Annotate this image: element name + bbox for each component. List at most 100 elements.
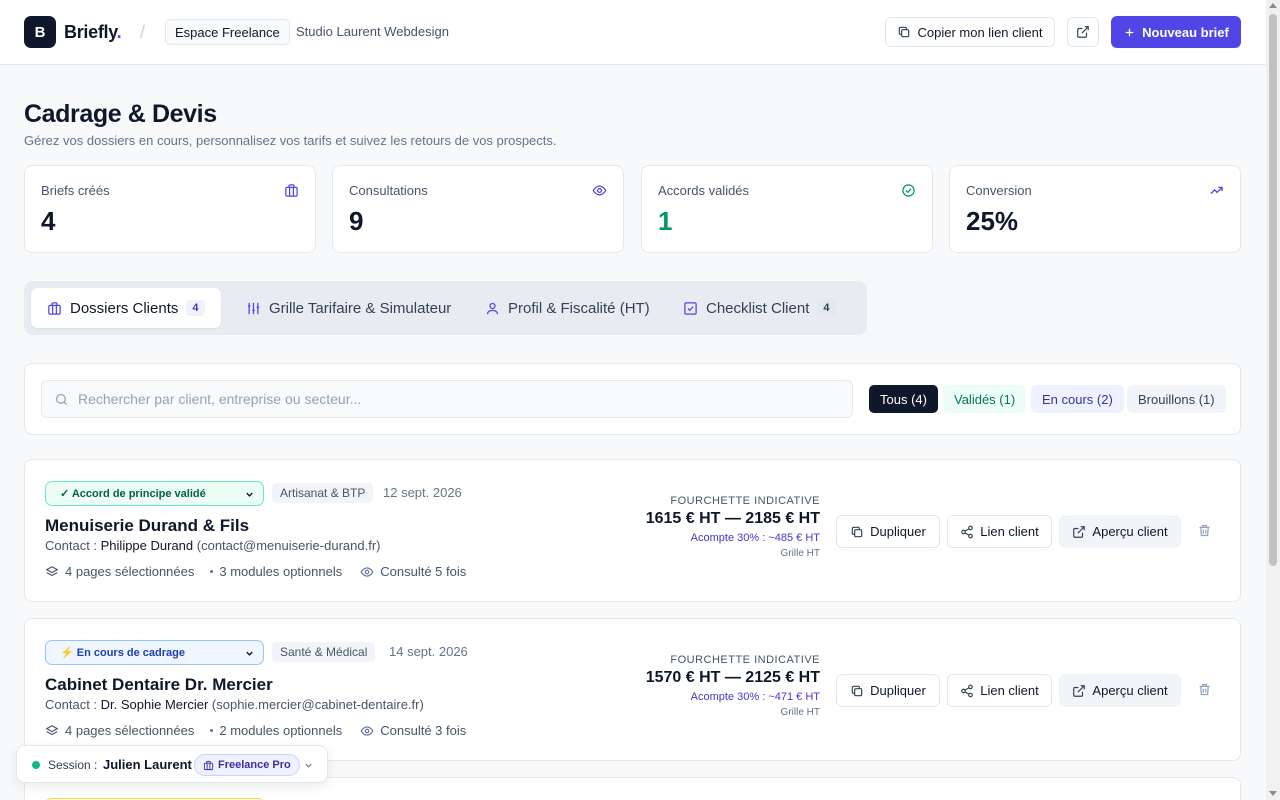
tab-client-checklist[interactable]: Checklist Client 4 <box>667 288 852 328</box>
stat-value: 4 <box>41 206 56 236</box>
stat-validated: Accords validés 1 <box>641 165 933 253</box>
scroll-up-arrow[interactable] <box>1269 3 1277 8</box>
chevron-down-icon <box>244 648 255 659</box>
contact-name: Dr. Sophie Mercier <box>100 697 209 712</box>
price-grid-note: Grille HT <box>780 707 820 718</box>
session-label: Session : <box>48 758 98 772</box>
stat-value: 9 <box>349 206 364 236</box>
tab-label: Dossiers Clients <box>70 299 179 317</box>
client-preview-button[interactable]: Aperçu client <box>1059 674 1181 707</box>
search-input[interactable] <box>78 381 838 417</box>
share-icon <box>960 525 974 539</box>
layers-icon <box>45 724 59 738</box>
stat-consultations: Consultations 9 <box>332 165 624 253</box>
tab-label: Profil & Fiscalité (HT) <box>508 299 650 317</box>
stat-conversion: Conversion 25% <box>949 165 1241 253</box>
modules-count: 2 modules optionnels <box>219 723 343 738</box>
filter-in-progress[interactable]: En cours (2) <box>1031 385 1124 413</box>
meta-separator <box>210 570 214 573</box>
meta-separator <box>210 729 214 732</box>
new-brief-button[interactable]: Nouveau brief <box>1111 16 1241 48</box>
duplicate-button[interactable]: Dupliquer <box>836 674 940 707</box>
sliders-icon <box>246 301 261 316</box>
briefcase-icon <box>47 301 62 316</box>
stat-label: Consultations <box>349 183 428 198</box>
client-card: ✓ Accord de principe validé Artisanat & … <box>24 459 1241 602</box>
client-date: 12 sept. 2026 <box>383 485 462 500</box>
tab-label: Grille Tarifaire & Simulateur <box>269 299 452 317</box>
scrollbar-thumb[interactable] <box>1269 14 1277 566</box>
plan-label: Freelance Pro <box>218 759 291 771</box>
contact-email: (contact@menuiserie-durand.fr) <box>193 538 381 553</box>
plus-icon <box>1123 26 1136 39</box>
search-icon <box>54 392 69 407</box>
duplicate-button[interactable]: Dupliquer <box>836 515 940 548</box>
copy-client-link-button[interactable]: Copier mon lien client <box>885 17 1055 47</box>
tab-count-badge: 4 <box>186 300 205 316</box>
stat-value: 1 <box>658 206 673 236</box>
top-bar: B Briefly. / Espace Freelance Studio Lau… <box>0 0 1266 65</box>
status-select[interactable]: ✓ Accord de principe validé <box>45 481 264 506</box>
search-filter-panel: Tous (4) Validés (1) En cours (2) Brouil… <box>24 363 1241 435</box>
tab-profile-tax[interactable]: Profil & Fiscalité (HT) <box>469 288 666 328</box>
client-preview-button[interactable]: Aperçu client <box>1059 515 1181 548</box>
stat-label: Accords validés <box>658 183 750 198</box>
tab-client-files[interactable]: Dossiers Clients 4 <box>31 288 221 328</box>
open-external-button[interactable] <box>1067 17 1099 47</box>
breadcrumb-space[interactable]: Espace Freelance <box>165 19 290 45</box>
client-link-label: Lien client <box>980 683 1039 698</box>
filter-validated[interactable]: Validés (1) <box>943 385 1027 413</box>
scroll-down-arrow[interactable] <box>1269 791 1277 796</box>
client-meta: 4 pages sélectionnées 3 modules optionne… <box>45 564 466 579</box>
breadcrumb-separator: / <box>140 22 146 42</box>
external-link-icon <box>1072 525 1086 539</box>
search-box <box>41 380 853 418</box>
status-label: ✓ Accord de principe validé <box>60 488 206 500</box>
copy-icon <box>850 525 864 539</box>
tab-label: Checklist Client <box>706 299 810 317</box>
client-link-label: Lien client <box>980 524 1039 539</box>
breadcrumb-studio: Studio Laurent Webdesign <box>296 24 449 39</box>
client-date: 14 sept. 2026 <box>389 644 468 659</box>
client-contact: Contact : Philippe Durand (contact@menui… <box>45 538 380 553</box>
client-preview-label: Aperçu client <box>1092 524 1168 539</box>
pages-count: 4 pages sélectionnées <box>65 564 195 579</box>
views-count: Consulté 5 fois <box>380 564 467 579</box>
session-switcher[interactable]: Session : Julien Laurent Freelance Pro <box>16 745 328 783</box>
filter-drafts[interactable]: Brouillons (1) <box>1127 385 1226 413</box>
eye-icon <box>360 565 374 579</box>
copy-client-link-label: Copier mon lien client <box>917 24 1043 40</box>
layers-icon <box>45 565 59 579</box>
tab-count-badge: 4 <box>817 300 836 316</box>
contact-email: (sophie.mercier@cabinet-dentaire.fr) <box>208 697 424 712</box>
price-range: 1615 € HT — 2185 € HT <box>645 510 820 527</box>
eye-icon <box>360 724 374 738</box>
checkbox-icon <box>683 301 698 316</box>
plan-badge: Freelance Pro <box>194 754 300 776</box>
trash-icon[interactable] <box>1197 682 1212 697</box>
pages-count: 4 pages sélectionnées <box>65 723 195 738</box>
filter-all[interactable]: Tous (4) <box>869 385 938 413</box>
duplicate-label: Dupliquer <box>870 524 926 539</box>
eye-icon <box>592 183 607 198</box>
client-link-button[interactable]: Lien client <box>947 674 1052 707</box>
online-status-dot <box>32 761 40 769</box>
brand-name[interactable]: Briefly. <box>64 22 122 43</box>
client-card: ⚡ En cours de cadrage Santé & Médical 14… <box>24 618 1241 761</box>
briefcase-icon <box>284 183 299 198</box>
new-brief-label: Nouveau brief <box>1142 24 1229 40</box>
tabs-bar: Dossiers Clients 4 Grille Tarifaire & Si… <box>24 281 867 335</box>
user-icon <box>485 301 500 316</box>
modules-count: 3 modules optionnels <box>219 564 343 579</box>
status-label: ⚡ En cours de cadrage <box>60 647 185 659</box>
price-block: FOURCHETTE INDICATIVE 1615 € HT — 2185 €… <box>646 495 820 559</box>
status-select[interactable]: ⚡ En cours de cadrage <box>45 640 264 665</box>
client-link-button[interactable]: Lien client <box>947 515 1052 548</box>
logo-mark[interactable]: B <box>24 16 56 48</box>
page-title: Cadrage & Devis <box>24 100 217 128</box>
brand-label: Briefly <box>64 22 117 42</box>
trash-icon[interactable] <box>1197 523 1212 538</box>
chevron-down-icon <box>303 760 314 771</box>
tab-pricing-simulator[interactable]: Grille Tarifaire & Simulateur <box>230 288 467 328</box>
session-user: Julien Laurent <box>103 757 192 772</box>
